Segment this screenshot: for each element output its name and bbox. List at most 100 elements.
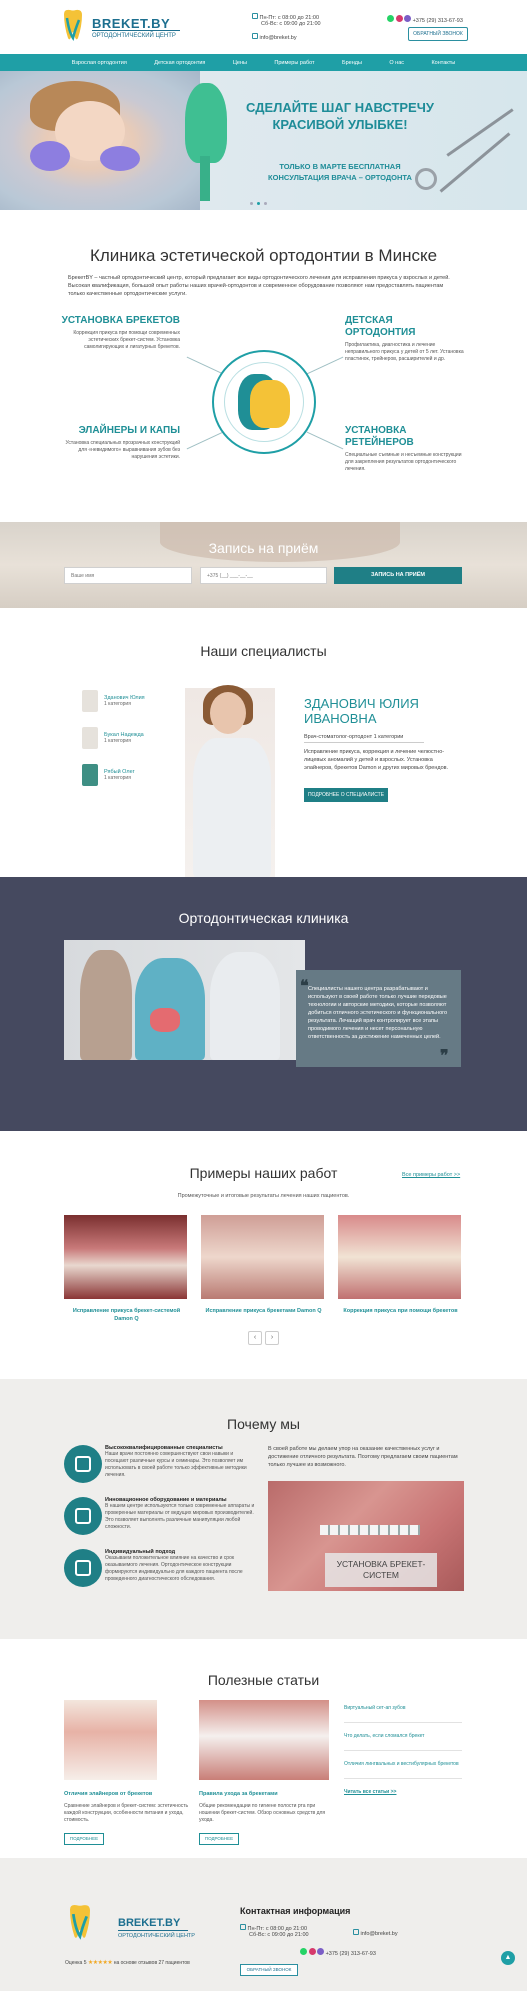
whatsapp-icon[interactable]: [300, 1948, 307, 1955]
article-title[interactable]: Правила ухода за брекетами: [199, 1791, 329, 1797]
nav-child-orthodontics[interactable]: Детская ортодонтия: [154, 60, 205, 66]
specialist-item[interactable]: Рябый Олег 1 категория: [82, 764, 135, 786]
service-aligners[interactable]: ЭЛАЙНЕРЫ И КАПЫ Установка специальных пр…: [60, 425, 180, 461]
mirror-handle: [200, 156, 210, 201]
contact-title: Контактная информация: [240, 1906, 351, 1916]
appointment-button[interactable]: ЗАПИСЬ НА ПРИЁМ: [334, 567, 462, 584]
dental-mirror-instrument: [439, 132, 511, 193]
footer-callback-button[interactable]: ОБРАТНЫЙ ЗВОНОК: [240, 1964, 298, 1976]
slider-dot[interactable]: [250, 202, 253, 205]
calendar-icon: [240, 1924, 246, 1930]
specialist-category: 1 категория: [104, 775, 131, 781]
jaw-model: [150, 1008, 180, 1032]
nav-contacts[interactable]: Контакты: [431, 60, 455, 66]
callback-button[interactable]: ОБРАТНЫЙ ЗВОНОК: [408, 27, 468, 41]
doctor-role: Врач-стоматолог-ортодонт 1 категории: [304, 734, 404, 740]
nav-brands[interactable]: Бренды: [342, 60, 362, 66]
specialist-item[interactable]: Зданович Юлия 1 категория: [82, 690, 145, 712]
name-input[interactable]: [64, 567, 192, 584]
specialist-icon: [64, 1445, 102, 1483]
footer-phone-number[interactable]: +375 (29) 313-67-93: [326, 1951, 376, 1957]
slider-dot[interactable]: [257, 202, 260, 205]
slider-dots[interactable]: [250, 202, 267, 205]
hero-subtitle: ТОЛЬКО В МАРТЕ БЕСПЛАТНАЯ КОНСУЛЬТАЦИЯ В…: [268, 162, 412, 182]
email-link[interactable]: info@breket.by: [260, 35, 297, 41]
instagram-icon[interactable]: [308, 1948, 316, 1955]
article-more-button[interactable]: ПОДРОБНЕЕ: [64, 1833, 104, 1845]
article-image[interactable]: [64, 1700, 157, 1780]
specialist-item[interactable]: Букал Надежда 1 категория: [82, 727, 144, 749]
appointment-title: Запись на приём: [208, 540, 319, 556]
doctor-more-button[interactable]: ПОДРОБНЕЕ О СПЕЦИАЛИСТЕ: [304, 788, 388, 802]
phone-number[interactable]: +375 (29) 313-67-93: [413, 18, 463, 24]
whatsapp-icon[interactable]: [387, 15, 394, 22]
header-hours: Пн-Пт: с 08:00 до 21:00 Сб-Вс: с 09:00 д…: [252, 13, 321, 27]
service-title[interactable]: ЭЛАЙНЕРЫ И КАПЫ: [60, 425, 180, 437]
rating-prefix: Оценка 5: [65, 1960, 87, 1966]
viber-icon[interactable]: [317, 1948, 325, 1955]
service-title[interactable]: УСТАНОВКА БРЕКЕТОВ: [60, 315, 180, 327]
nav-works[interactable]: Примеры работ: [274, 60, 314, 66]
work-caption[interactable]: Исправление прикуса брекетами Damon Q: [201, 1307, 326, 1315]
work-caption[interactable]: Исправление прикуса брекет-системой Damo…: [64, 1307, 189, 1323]
article-title[interactable]: Отличия элайнеров от брекетов: [64, 1791, 194, 1797]
header-email[interactable]: info@breket.by: [252, 33, 297, 41]
scroll-up-icon[interactable]: ▲: [501, 1951, 515, 1965]
phone-input[interactable]: [200, 567, 327, 584]
work-card[interactable]: Исправление прикуса брекет-системой Damo…: [64, 1215, 189, 1323]
why-item-text: В нашем центре используются только совре…: [105, 1503, 255, 1530]
divider: [344, 1750, 462, 1751]
header-phone[interactable]: +375 (29) 313-67-93: [387, 15, 463, 24]
service-kids[interactable]: ДЕТСКАЯ ОРТОДОНТИЯ Профилактика, диагнос…: [345, 315, 465, 363]
glove-right: [100, 146, 140, 171]
work-card[interactable]: Исправление прикуса брекетами Damon Q: [201, 1215, 326, 1315]
footer-phone[interactable]: +375 (29) 313-67-93: [300, 1948, 376, 1957]
nav-about[interactable]: О нас: [389, 60, 404, 66]
specialist-thumb[interactable]: [82, 764, 98, 786]
service-retainers[interactable]: УСТАНОВКА РЕТЕЙНЕРОВ Специальные съемные…: [345, 425, 465, 473]
divider: [344, 1778, 462, 1779]
service-text: Коррекция прикуса при помощи современных…: [73, 330, 180, 350]
equipment-icon: [64, 1497, 102, 1535]
article-link[interactable]: Виртуальный сет-ап зубов: [344, 1705, 462, 1712]
footer-logo-tooth-icon[interactable]: [65, 1903, 95, 1943]
specialist-thumb[interactable]: [82, 727, 98, 749]
doctor-face: [210, 692, 246, 734]
slider-dot[interactable]: [264, 202, 267, 205]
article-image[interactable]: [199, 1700, 329, 1780]
specialist-thumb[interactable]: [82, 690, 98, 712]
work-image[interactable]: [338, 1215, 461, 1299]
service-braces[interactable]: УСТАНОВКА БРЕКЕТОВ Коррекция прикуса при…: [60, 315, 180, 351]
all-works-link[interactable]: Все примеры работ >>: [402, 1172, 460, 1178]
service-title[interactable]: УСТАНОВКА РЕТЕЙНЕРОВ: [345, 425, 465, 449]
viber-icon[interactable]: [404, 15, 412, 22]
article-more-button[interactable]: ПОДРОБНЕЕ: [199, 1833, 239, 1845]
dental-instrument: [446, 108, 514, 157]
footer-email[interactable]: info@breket.by: [353, 1929, 398, 1937]
footer-hours: Пн-Пт: с 08:00 до 21:00 Сб-Вс: с 09:00 д…: [240, 1924, 309, 1938]
mail-icon: [252, 33, 258, 39]
work-image[interactable]: [64, 1215, 187, 1299]
divider: [304, 742, 424, 743]
instagram-icon[interactable]: [395, 15, 403, 22]
work-caption[interactable]: Коррекция прикуса при помощи брекетов: [338, 1307, 463, 1315]
article-link[interactable]: Что делать, если сломался брекет: [344, 1733, 462, 1740]
article-link[interactable]: Отличия лингвальных и вестибулярных брек…: [344, 1761, 462, 1768]
nav-adult-orthodontics[interactable]: Взрослая ортодонтия: [72, 60, 127, 66]
tooth-mirror: [185, 83, 227, 163]
work-card[interactable]: Коррекция прикуса при помощи брекетов: [338, 1215, 463, 1315]
logo-tooth-icon[interactable]: [60, 8, 86, 44]
next-arrow-button[interactable]: ›: [265, 1331, 279, 1345]
work-image[interactable]: [201, 1215, 324, 1299]
logo-name[interactable]: BREKET.BY: [92, 16, 170, 31]
article-card[interactable]: Отличия элайнеров от брекетов Сравнение …: [64, 1700, 194, 1845]
all-articles-link[interactable]: Читать все статьи >>: [344, 1789, 462, 1796]
article-card[interactable]: Правила ухода за брекетами Общие рекомен…: [199, 1700, 329, 1845]
nav-prices[interactable]: Цены: [233, 60, 247, 66]
specialist-category: 1 категория: [104, 701, 131, 707]
doctor-name: ЗДАНОВИЧ ЮЛИЯ ИВАНОВНА: [304, 696, 419, 726]
service-title[interactable]: ДЕТСКАЯ ОРТОДОНТИЯ: [345, 315, 465, 339]
footer-email-link[interactable]: info@breket.by: [361, 1931, 398, 1937]
prev-arrow-button[interactable]: ‹: [248, 1331, 262, 1345]
footer-logo-name[interactable]: BREKET.BY: [118, 1917, 180, 1929]
